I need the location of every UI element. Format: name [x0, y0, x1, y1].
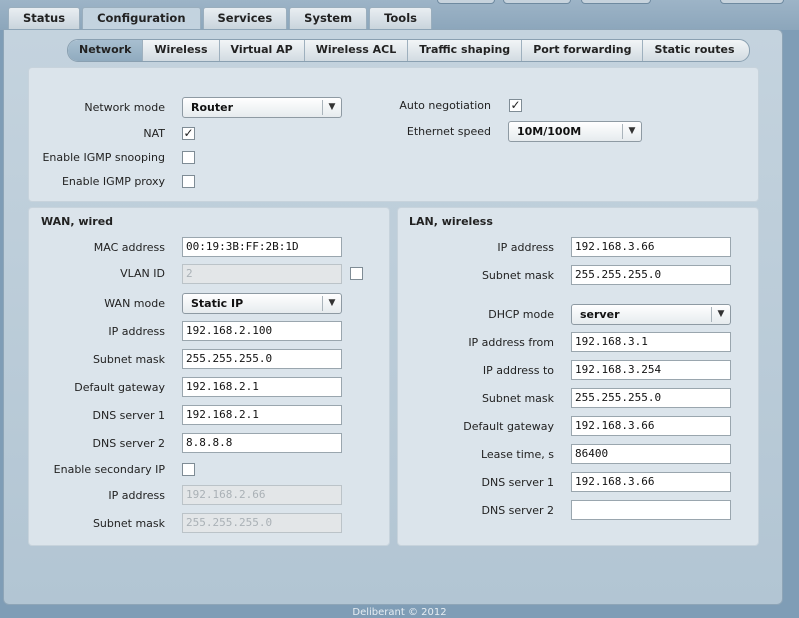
dhcp-from-label: IP address from — [468, 336, 554, 349]
dhcp-mask-label: Subnet mask — [481, 392, 554, 405]
lan-ip-label: IP address — [497, 241, 554, 254]
subtab-wireless[interactable]: Wireless — [143, 40, 220, 61]
main-tabs: Status Configuration Services System Too… — [8, 7, 434, 31]
wan-mask-input[interactable]: 255.255.255.0 — [182, 349, 342, 369]
dhcp-gateway-label: Default gateway — [463, 420, 554, 433]
wan-mode-value: Static IP — [191, 297, 244, 310]
lan-dns1-input[interactable]: 192.168.3.66 — [571, 472, 731, 492]
dhcp-mode-label: DHCP mode — [488, 308, 554, 321]
subtab-network[interactable]: Network — [68, 40, 144, 61]
tab-tools[interactable]: Tools — [369, 7, 432, 29]
mac-address-input[interactable]: 00:19:3B:FF:2B:1D — [182, 237, 342, 257]
tab-configuration[interactable]: Configuration — [82, 7, 201, 31]
top-button[interactable] — [437, 0, 495, 4]
auto-negotiation-label: Auto negotiation — [399, 99, 491, 112]
chevron-down-icon: ▼ — [322, 100, 341, 115]
tab-status[interactable]: Status — [8, 7, 81, 29]
sub-tabs: Network Wireless Virtual AP Wireless ACL… — [67, 39, 750, 62]
tab-services[interactable]: Services — [202, 7, 288, 29]
secondary-ip-input[interactable]: 192.168.2.66 — [182, 485, 342, 505]
secondary-mask-input[interactable]: 255.255.255.0 — [182, 513, 342, 533]
vlan-id-label: VLAN ID — [120, 267, 165, 280]
network-mode-label: Network mode — [84, 101, 165, 114]
wan-dns2-label: DNS server 2 — [92, 437, 166, 450]
top-button[interactable] — [503, 0, 571, 4]
subtab-traffic-shaping[interactable]: Traffic shaping — [408, 40, 523, 61]
chevron-down-icon: ▼ — [622, 124, 641, 139]
vlan-id-input[interactable]: 2 — [182, 264, 342, 284]
chevron-down-icon: ▼ — [711, 307, 730, 322]
subtab-wireless-acl[interactable]: Wireless ACL — [305, 40, 409, 61]
dhcp-to-input[interactable]: 192.168.3.254 — [571, 360, 731, 380]
dhcp-mode-value: server — [580, 308, 620, 321]
network-mode-select[interactable]: Router ▼ — [182, 97, 342, 118]
dhcp-gateway-input[interactable]: 192.168.3.66 — [571, 416, 731, 436]
mac-address-label: MAC address — [93, 241, 165, 254]
wan-gateway-input[interactable]: 192.168.2.1 — [182, 377, 342, 397]
wan-dns1-input[interactable]: 192.168.2.1 — [182, 405, 342, 425]
subtab-virtual-ap[interactable]: Virtual AP — [220, 40, 305, 61]
tab-system[interactable]: System — [289, 7, 368, 29]
network-mode-value: Router — [191, 101, 234, 114]
igmp-snooping-label: Enable IGMP snooping — [42, 151, 165, 164]
wan-mode-select[interactable]: Static IP ▼ — [182, 293, 342, 314]
lease-time-label: Lease time, s — [480, 448, 554, 461]
dhcp-mask-input[interactable]: 255.255.255.0 — [571, 388, 731, 408]
nat-label: NAT — [143, 127, 165, 140]
igmp-snooping-checkbox[interactable] — [182, 151, 195, 164]
lan-mask-input[interactable]: 255.255.255.0 — [571, 265, 731, 285]
auto-negotiation-checkbox[interactable]: ✓ — [509, 99, 522, 112]
lan-ip-input[interactable]: 192.168.3.66 — [571, 237, 731, 257]
footer-copyright: Deliberant © 2012 — [352, 607, 447, 618]
subtab-static-routes[interactable]: Static routes — [643, 40, 748, 61]
dhcp-to-label: IP address to — [482, 364, 554, 377]
top-button[interactable] — [581, 0, 651, 4]
secondary-ip-checkbox[interactable] — [182, 463, 195, 476]
vlan-checkbox[interactable] — [350, 267, 363, 280]
wan-title: WAN, wired — [41, 215, 114, 228]
top-button[interactable] — [720, 0, 784, 4]
nat-checkbox[interactable]: ✓ — [182, 127, 195, 140]
wan-dns1-label: DNS server 1 — [92, 409, 166, 422]
dhcp-mode-select[interactable]: server ▼ — [571, 304, 731, 325]
lan-mask-label: Subnet mask — [481, 269, 554, 282]
lease-time-input[interactable]: 86400 — [571, 444, 731, 464]
wan-mode-label: WAN mode — [104, 297, 165, 310]
wan-dns2-input[interactable]: 8.8.8.8 — [182, 433, 342, 453]
lan-dns1-label: DNS server 1 — [481, 476, 555, 489]
ethernet-speed-label: Ethernet speed — [406, 125, 491, 138]
chevron-down-icon: ▼ — [322, 296, 341, 311]
wan-ip-input[interactable]: 192.168.2.100 — [182, 321, 342, 341]
dhcp-from-input[interactable]: 192.168.3.1 — [571, 332, 731, 352]
ethernet-speed-select[interactable]: 10M/100M ▼ — [508, 121, 642, 142]
wan-mask-label: Subnet mask — [92, 353, 165, 366]
wan-gateway-label: Default gateway — [74, 381, 165, 394]
igmp-proxy-checkbox[interactable] — [182, 175, 195, 188]
igmp-proxy-label: Enable IGMP proxy — [61, 175, 165, 188]
ethernet-speed-value: 10M/100M — [517, 125, 582, 138]
wan-ip-label: IP address — [108, 325, 165, 338]
subtab-port-forwarding[interactable]: Port forwarding — [522, 40, 644, 61]
lan-dns2-label: DNS server 2 — [481, 504, 555, 517]
lan-dns2-input[interactable] — [571, 500, 731, 520]
secondary-ip-label: Enable secondary IP — [53, 463, 165, 476]
secondary-mask-label: Subnet mask — [92, 517, 165, 530]
secondary-ip-address-label: IP address — [108, 489, 165, 502]
lan-title: LAN, wireless — [409, 215, 493, 228]
